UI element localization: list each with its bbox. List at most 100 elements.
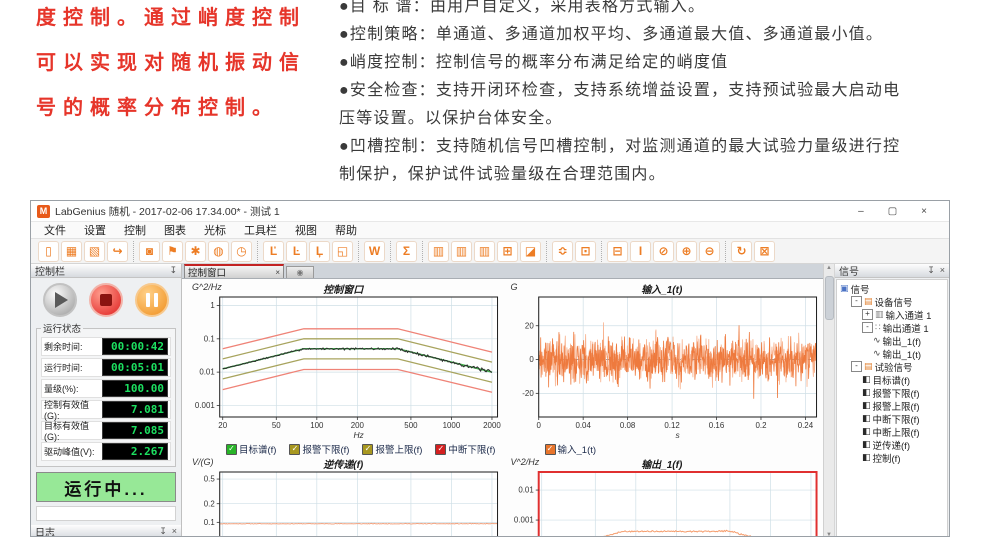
close-icon[interactable]: × bbox=[940, 265, 945, 276]
tree-item[interactable]: +▥输入通道 1 bbox=[837, 308, 947, 321]
tree-item[interactable]: ◧逆传递(f) bbox=[837, 438, 947, 451]
menu-item-帮助[interactable]: 帮助 bbox=[326, 222, 366, 238]
expand-icon[interactable]: + bbox=[862, 309, 873, 320]
slope-cursor-icon[interactable]: ⊘ bbox=[653, 241, 674, 262]
pin-icon[interactable]: ↧ bbox=[169, 265, 177, 276]
close-icon[interactable]: × bbox=[172, 526, 177, 537]
cursor-label-1-icon[interactable]: Ľ bbox=[263, 241, 284, 262]
tree-item[interactable]: -▤试验信号 bbox=[837, 360, 947, 373]
legend-item[interactable]: ✓中断下限(f) bbox=[435, 443, 495, 455]
play-button[interactable] bbox=[43, 283, 77, 317]
tree-item[interactable]: ◧中断下限(f) bbox=[837, 412, 947, 425]
collapse-icon[interactable]: - bbox=[862, 322, 873, 333]
refresh-icon[interactable]: ↻ bbox=[731, 241, 752, 262]
channels-icon[interactable]: ◍ bbox=[208, 241, 229, 262]
link-channels-icon[interactable]: ≎ bbox=[552, 241, 573, 262]
transport-controls bbox=[31, 278, 181, 319]
tree-item[interactable]: ◧目标谱(f) bbox=[837, 373, 947, 386]
svg-text:0.001: 0.001 bbox=[513, 516, 533, 525]
minimize-icon[interactable]: – bbox=[858, 206, 864, 217]
tree-item-label: 设备信号 bbox=[875, 295, 913, 309]
menu-item-工具栏[interactable]: 工具栏 bbox=[235, 222, 286, 238]
legend-item[interactable]: ✓报警下限(f) bbox=[289, 443, 349, 455]
legend-checkbox[interactable]: ✓ bbox=[289, 444, 300, 455]
led-value: 7.081 bbox=[102, 401, 168, 418]
settings-gear-icon[interactable]: ✱ bbox=[185, 241, 206, 262]
h-cursor-icon[interactable]: ⊟ bbox=[607, 241, 628, 262]
legend-checkbox[interactable]: ✓ bbox=[435, 444, 446, 455]
tree-item[interactable]: -▤设备信号 bbox=[837, 295, 947, 308]
spectrum-chart-icon[interactable]: ▥ bbox=[428, 241, 449, 262]
waterfall-chart-icon[interactable]: ▥ bbox=[474, 241, 495, 262]
menu-item-视图[interactable]: 视图 bbox=[286, 222, 326, 238]
save-icon[interactable]: ▦ bbox=[61, 241, 82, 262]
zoom-out-icon[interactable]: ⊖ bbox=[699, 241, 720, 262]
tree-item[interactable]: ◧报警下限(f) bbox=[837, 386, 947, 399]
pin-icon[interactable]: ↧ bbox=[927, 265, 935, 276]
time-chart-icon[interactable]: ▥ bbox=[451, 241, 472, 262]
overlay-chart-icon[interactable]: ◪ bbox=[520, 241, 541, 262]
close-icon[interactable]: × bbox=[921, 206, 927, 217]
signal-dock: 信号 ↧ × ▣信号-▤设备信号+▥输入通道 1-∷输出通道 1∿输出_1(f)… bbox=[835, 264, 949, 537]
tree-item[interactable]: ◧中断上限(f) bbox=[837, 425, 947, 438]
new-file-icon[interactable]: ▯ bbox=[38, 241, 59, 262]
restore-icon[interactable]: ▢ bbox=[888, 206, 897, 217]
svg-text:0: 0 bbox=[536, 421, 541, 430]
series-逆传递(f) bbox=[220, 523, 498, 524]
intro-red-text: 度控制。通过峭度控制 可以实现对随机振动信 号的概率分布控制。 bbox=[36, 0, 341, 131]
legend-item[interactable]: ✓输入_1(t) bbox=[545, 443, 597, 455]
arrange-windows-icon[interactable]: ◱ bbox=[332, 241, 353, 262]
menu-item-文件[interactable]: 文件 bbox=[35, 222, 75, 238]
collapse-icon[interactable]: - bbox=[851, 361, 862, 372]
tree-item[interactable]: ◧控制(f) bbox=[837, 451, 947, 464]
menu-item-图表[interactable]: 图表 bbox=[155, 222, 195, 238]
matrix-icon[interactable]: ⊡ bbox=[575, 241, 596, 262]
pin-icon[interactable]: ↧ bbox=[159, 526, 167, 537]
chart-plot-input-1t[interactable]: 200-2000.040.080.120.160.20.24s bbox=[503, 293, 822, 443]
scrollbar-thumb[interactable] bbox=[825, 276, 834, 320]
menu-item-光标[interactable]: 光标 bbox=[195, 222, 235, 238]
vertical-scrollbar[interactable]: ▲ ▼ bbox=[824, 264, 835, 537]
tab-close-icon[interactable]: × bbox=[275, 268, 280, 277]
tree-item[interactable]: ◧报警上限(f) bbox=[837, 399, 947, 412]
cursor-label-3-icon[interactable]: Ļ bbox=[309, 241, 330, 262]
chart-plot-inv-transfer[interactable]: 0.50.20.10.05 bbox=[184, 468, 503, 537]
cursor-label-2-icon[interactable]: Ŀ bbox=[286, 241, 307, 262]
zoom-in-icon[interactable]: ⊕ bbox=[676, 241, 697, 262]
menu-item-控制[interactable]: 控制 bbox=[115, 222, 155, 238]
tree-item-label: 输出_1(t) bbox=[883, 347, 922, 361]
svg-text:2000: 2000 bbox=[483, 421, 501, 430]
tree-item[interactable]: ∿输出_1(f) bbox=[837, 334, 947, 347]
open-icon[interactable]: ▧ bbox=[84, 241, 105, 262]
tree-item[interactable]: ∿输出_1(t) bbox=[837, 347, 947, 360]
menu-item-设置[interactable]: 设置 bbox=[75, 222, 115, 238]
fit-window-icon[interactable]: ⊠ bbox=[754, 241, 775, 262]
legend-checkbox[interactable]: ✓ bbox=[545, 444, 556, 455]
tree-item[interactable]: -∷输出通道 1 bbox=[837, 321, 947, 334]
chart-plot-output-1f[interactable]: 0.010.0010.0001 bbox=[503, 468, 822, 537]
tree-item[interactable]: ▣信号 bbox=[837, 282, 947, 295]
chart-header: V/(G)逆传递(f) bbox=[184, 455, 503, 468]
collapse-icon[interactable]: - bbox=[851, 296, 862, 307]
tab-control-window[interactable]: 控制窗口 × bbox=[184, 264, 284, 278]
scroll-up-icon[interactable]: ▲ bbox=[824, 265, 834, 271]
toolbar: ▯▦▧↪◙⚑✱◍◷ĽĿĻ◱WΣ▥▥▥⊞◪≎⊡⊟I⊘⊕⊖↻⊠ bbox=[31, 239, 949, 264]
stop-button[interactable] bbox=[89, 283, 123, 317]
schedule-clock-icon[interactable]: ◷ bbox=[231, 241, 252, 262]
word-report-icon[interactable]: W bbox=[364, 241, 385, 262]
snapshot-tab[interactable]: ◉ bbox=[286, 266, 314, 278]
chart-title: 输出_1(f) bbox=[503, 456, 822, 471]
legend-checkbox[interactable]: ✓ bbox=[226, 444, 237, 455]
feature-bullet-list: ●目 标 谱：由用户自定义，采用表格方式输入。●控制策略：单通道、多通道加权平均… bbox=[339, 0, 999, 189]
grid-view-icon[interactable]: ⊞ bbox=[497, 241, 518, 262]
export-icon[interactable]: ↪ bbox=[107, 241, 128, 262]
v-cursor-icon[interactable]: I bbox=[630, 241, 651, 262]
chart-plot-control-window[interactable]: 10.10.010.001205010020050010002000Hz bbox=[184, 293, 503, 443]
test-record-icon[interactable]: ◙ bbox=[139, 241, 160, 262]
marker-flag-icon[interactable]: ⚑ bbox=[162, 241, 183, 262]
statistics-sigma-icon[interactable]: Σ bbox=[396, 241, 417, 262]
pause-button[interactable] bbox=[135, 283, 169, 317]
legend-item[interactable]: ✓报警上限(f) bbox=[362, 443, 422, 455]
legend-checkbox[interactable]: ✓ bbox=[362, 444, 373, 455]
legend-item[interactable]: ✓目标谱(f) bbox=[226, 443, 276, 455]
